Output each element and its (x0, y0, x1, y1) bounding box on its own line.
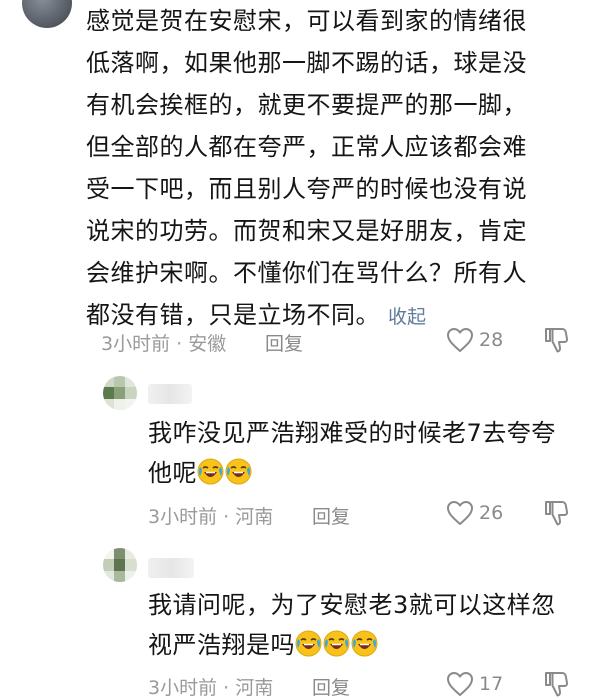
laughing-crying-emoji (197, 457, 224, 485)
username-blurred[interactable] (148, 384, 192, 404)
reply-line-text: 视严浩翔是吗 (148, 631, 295, 659)
reply-button[interactable]: 回复 (312, 502, 350, 529)
reply-button[interactable]: 回复 (265, 329, 303, 356)
comment-line: 受一下吧，而且别人夸严的时候也没有说 (86, 175, 527, 203)
avatar[interactable] (103, 376, 137, 410)
comment-body: 感觉是贺在安慰宋，可以看到家的情绪很 低落啊，如果他那一脚不踢的话，球是没 有机… (86, 0, 586, 338)
reply-body: 我请问呢，为了安慰老3就可以这样忽 视严浩翔是吗 (148, 585, 556, 665)
heart-outline-icon[interactable] (446, 671, 474, 697)
thumbs-down-outline-icon[interactable] (543, 326, 569, 354)
reply-line: 我咋没见严浩翔难受的时候老7去夸夸 (148, 419, 556, 447)
comment-meta: 3小时前 · 安徽 (101, 333, 227, 355)
avatar[interactable] (103, 548, 137, 582)
collapse-link[interactable]: 收起 (388, 306, 426, 328)
reply-body: 我咋没见严浩翔难受的时候老7去夸夸 他呢 (148, 413, 556, 493)
like-count: 26 (479, 502, 504, 524)
reply-meta: 3小时前 · 河南 (148, 677, 274, 699)
username-blurred[interactable] (148, 558, 194, 578)
reply-line: 我请问呢，为了安慰老3就可以这样忽 (148, 591, 556, 619)
comment-line: 会维护宋啊。不懂你们在骂什么？所有人 (86, 259, 527, 287)
reply-line-text: 他呢 (148, 459, 197, 487)
comment-line: 感觉是贺在安慰宋，可以看到家的情绪很 (86, 7, 527, 35)
comment-line: 低落啊，如果他那一脚不踢的话，球是没 (86, 49, 527, 77)
reply-line-last: 视严浩翔是吗 (148, 625, 556, 665)
comment-line: 说宋的功劳。而贺和宋又是好朋友，肯定 (86, 217, 527, 245)
like-count: 28 (479, 329, 504, 351)
comment-line-text: 都没有错，只是立场不同。 (86, 301, 380, 329)
like-count: 17 (479, 673, 504, 695)
laughing-crying-emoji (225, 457, 252, 485)
reply-meta: 3小时前 · 河南 (148, 506, 274, 528)
reply-button[interactable]: 回复 (312, 673, 350, 700)
laughing-crying-emoji (351, 629, 378, 657)
comment-line: 有机会挨框的，就更不要提严的那一脚， (86, 91, 527, 119)
avatar[interactable] (22, 0, 72, 28)
thumbs-down-outline-icon[interactable] (543, 499, 569, 527)
heart-outline-icon[interactable] (446, 327, 474, 353)
laughing-crying-emoji (295, 629, 322, 657)
heart-outline-icon[interactable] (446, 500, 474, 526)
laughing-crying-emoji (323, 629, 350, 657)
comment-line: 但全部的人都在夸严，正常人应该都会难 (86, 133, 527, 161)
thumbs-down-outline-icon[interactable] (543, 670, 569, 698)
reply-line-last: 他呢 (148, 453, 556, 493)
